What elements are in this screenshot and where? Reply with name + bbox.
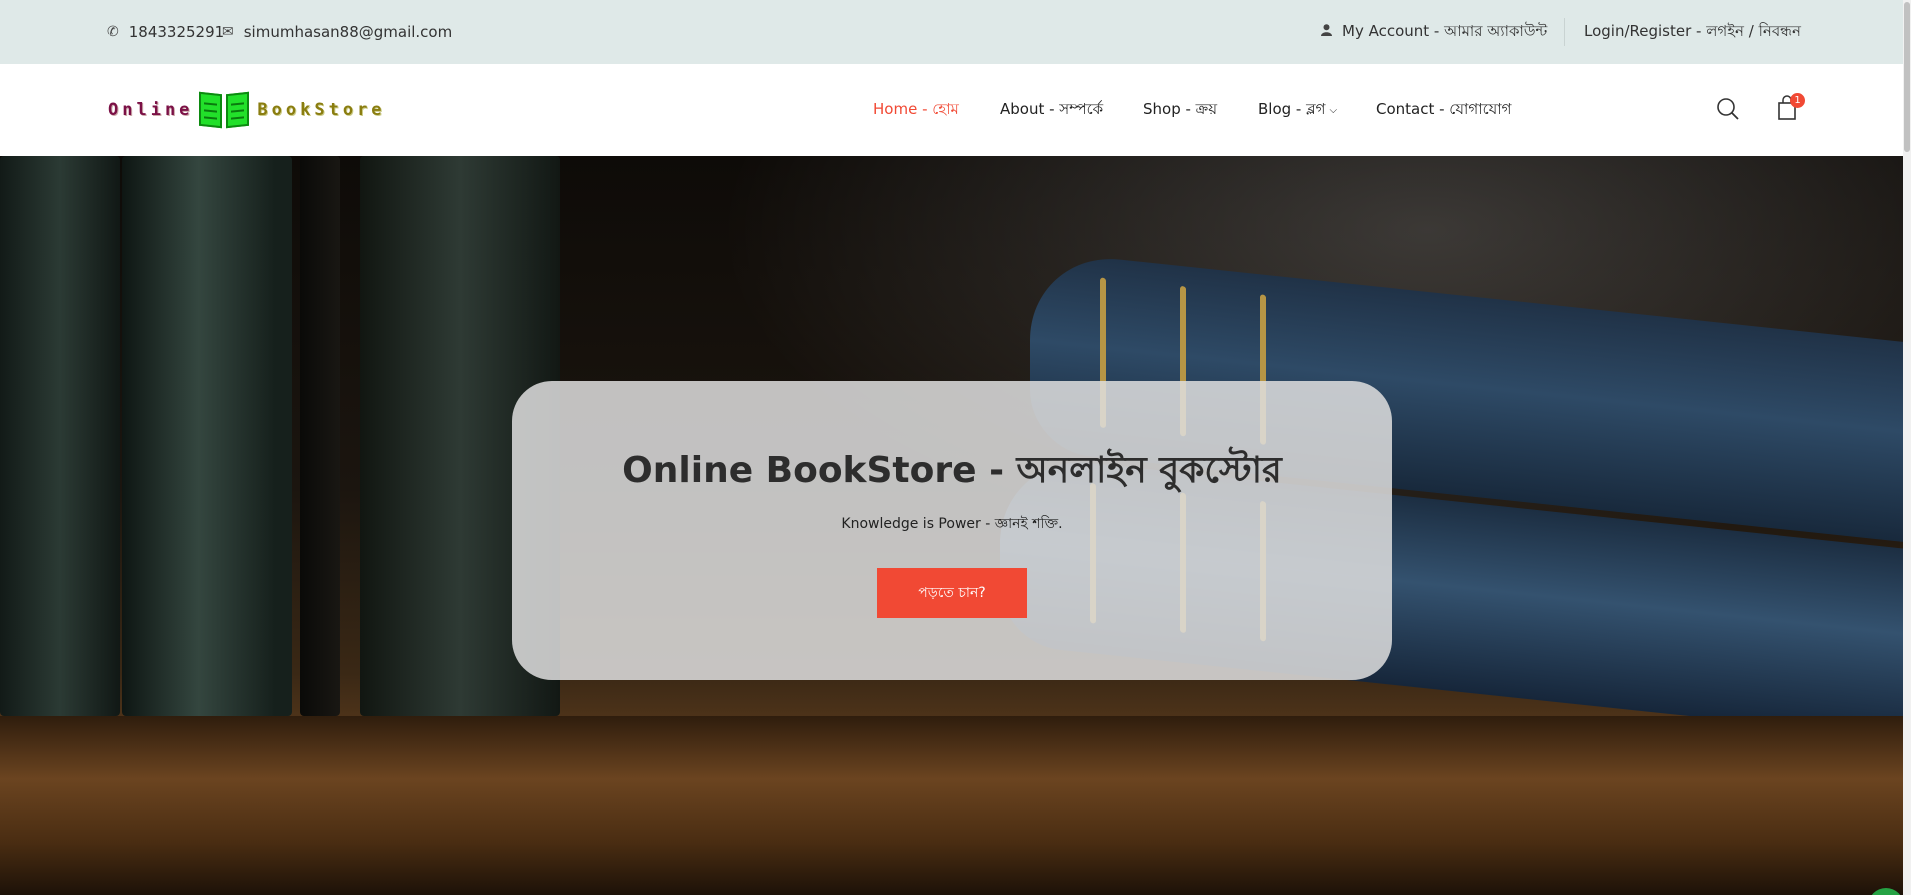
logo-word-bookstore: BookStore	[257, 100, 386, 120]
nav-blog[interactable]: Blog - ব্লগ ⌵	[1258, 64, 1337, 156]
nav-shop[interactable]: Shop - ক্রয়	[1143, 64, 1217, 156]
top-bar: ✆ 1843325291 ✉ simumhasan88@gmail.com My…	[0, 0, 1903, 64]
phone-icon: ✆	[107, 24, 119, 40]
hero-subtitle: Knowledge is Power - জ্ঞানই শক্তি.	[841, 516, 1063, 532]
my-account-link[interactable]: My Account - আমার অ্যাকাউন্ট	[1321, 0, 1547, 64]
logo-word-online: Online	[108, 100, 194, 120]
search-icon[interactable]	[1716, 97, 1740, 121]
cart-count-badge: 1	[1790, 93, 1805, 108]
topbar-phone[interactable]: ✆ 1843325291	[107, 0, 224, 64]
email-address: simumhasan88@gmail.com	[243, 23, 453, 41]
hero-panel: Online BookStore - অনলাইন বুকস্টোর Knowl…	[512, 381, 1392, 680]
background-book-spine	[122, 156, 292, 716]
nav-contact[interactable]: Contact - যোগাযোগ	[1376, 64, 1511, 156]
background-book-spine	[300, 156, 340, 716]
hero-section: Online BookStore - অনলাইন বুকস্টোর Knowl…	[0, 156, 1903, 895]
login-register-link[interactable]: Login/Register - লগইন / নিবন্ধন	[1584, 0, 1801, 64]
hero-title: Online BookStore - অনলাইন বুকস্টোর	[622, 450, 1282, 491]
open-book-icon	[199, 91, 250, 129]
user-icon	[1321, 24, 1332, 40]
background-shelf	[0, 716, 1903, 895]
envelope-icon: ✉	[222, 24, 234, 40]
topbar-email[interactable]: ✉ simumhasan88@gmail.com	[222, 0, 452, 64]
nav-about[interactable]: About - সম্পর্কে	[1000, 64, 1103, 156]
chevron-down-icon: ⌵	[1329, 104, 1338, 116]
background-book-spine	[0, 156, 120, 716]
page-scrollbar[interactable]	[1903, 0, 1911, 895]
phone-number: 1843325291	[128, 23, 225, 41]
read-now-button[interactable]: পড়তে চান?	[877, 568, 1027, 618]
topbar-divider	[1564, 18, 1565, 46]
login-register-label: Login/Register - লগইন / নিবন্ধন	[1584, 21, 1802, 40]
nav-blog-label: Blog - ব্লগ	[1258, 99, 1326, 118]
scrollbar-thumb[interactable]	[1904, 2, 1910, 152]
nav-home[interactable]: Home - হোম	[873, 64, 959, 156]
my-account-label: My Account - আমার অ্যাকাউন্ট	[1342, 21, 1548, 40]
main-header: Online BookStore Home - হোম About - সম্প…	[0, 64, 1903, 156]
site-logo[interactable]: Online BookStore	[108, 90, 386, 130]
